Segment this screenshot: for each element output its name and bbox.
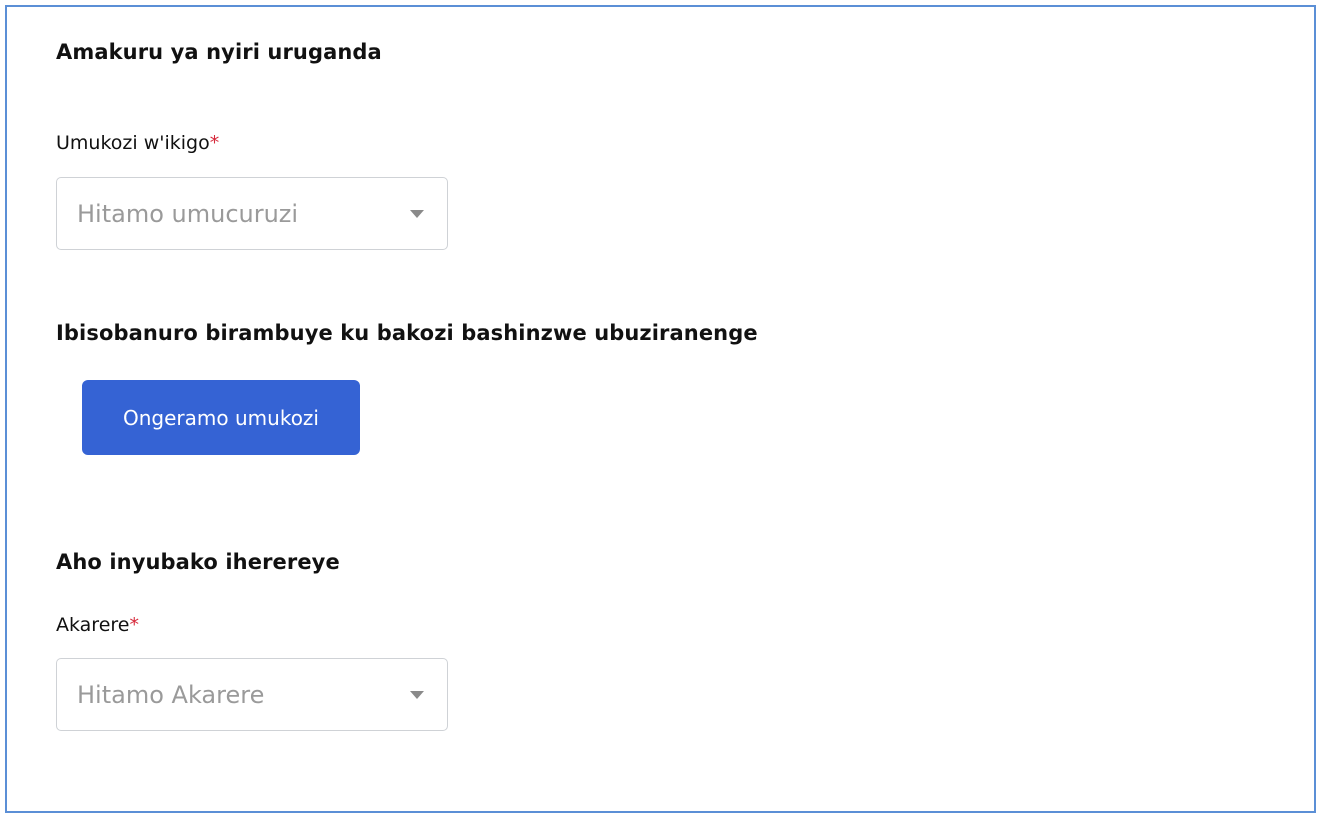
employee-select[interactable]: Hitamo umucuruzi <box>56 177 448 250</box>
employee-field-label: Umukozi w'ikigo* <box>56 132 219 154</box>
district-field-label: Akarere* <box>56 614 139 636</box>
required-asterisk: * <box>209 132 220 154</box>
add-employee-button[interactable]: Ongeramo umukozi <box>82 380 360 455</box>
caret-down-icon <box>410 209 424 218</box>
section-title-owner-info: Amakuru ya nyiri uruganda <box>56 40 382 64</box>
employee-label-text: Umukozi w'ikigo <box>56 132 210 154</box>
employee-select-placeholder: Hitamo umucuruzi <box>77 199 299 228</box>
district-label-text: Akarere <box>56 614 130 636</box>
district-select-placeholder: Hitamo Akarere <box>77 680 265 709</box>
required-asterisk: * <box>129 614 139 636</box>
section-title-quality-staff: Ibisobanuro birambuye ku bakozi bashinzw… <box>56 321 758 345</box>
section-title-building-location: Aho inyubako iherereye <box>56 550 340 574</box>
caret-down-icon <box>410 690 424 699</box>
district-select[interactable]: Hitamo Akarere <box>56 658 448 731</box>
